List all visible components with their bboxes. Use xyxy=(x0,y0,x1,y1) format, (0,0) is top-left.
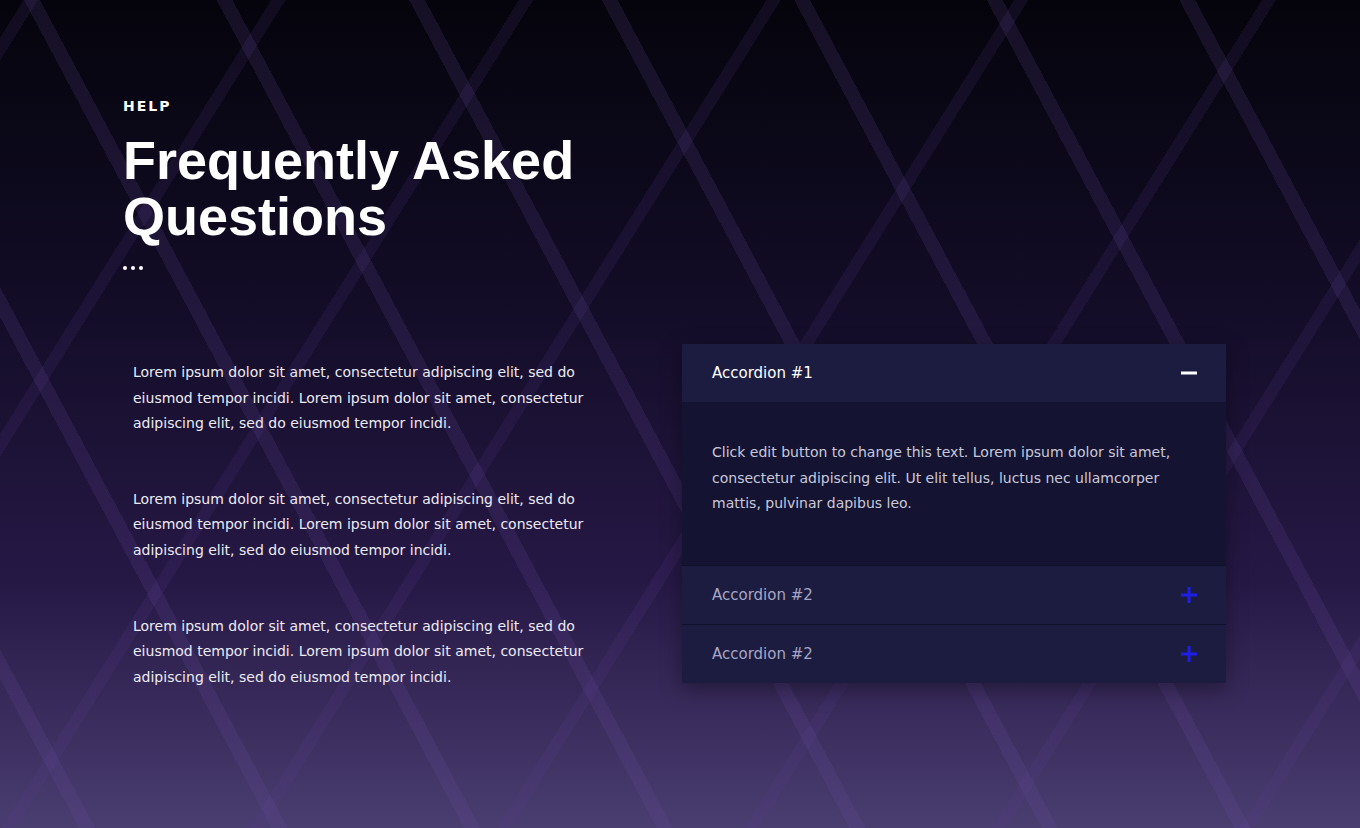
accordion-title: Accordion #1 xyxy=(712,364,813,382)
dots-ornament xyxy=(123,266,1360,270)
accordion: Accordion #1 Click edit button to change … xyxy=(682,344,1226,683)
section-title: Frequently Asked Questions xyxy=(123,132,723,244)
faq-page: HELP Frequently Asked Questions Lorem ipsu… xyxy=(0,0,1360,828)
accordion-title: Accordion #2 xyxy=(712,645,813,663)
accordion-header[interactable]: Accordion #1 xyxy=(682,344,1226,402)
faq-section: HELP Frequently Asked Questions Lorem ipsu… xyxy=(0,0,1360,730)
intro-paragraph: Lorem ipsum dolor sit amet, consectetur … xyxy=(133,487,593,564)
intro-paragraph: Lorem ipsum dolor sit amet, consectetur … xyxy=(133,614,593,691)
plus-icon[interactable] xyxy=(1180,586,1198,604)
accordion-item: Accordion #2 xyxy=(682,624,1226,683)
intro-paragraph: Lorem ipsum dolor sit amet, consectetur … xyxy=(133,360,593,437)
accordion-item: Accordion #2 xyxy=(682,565,1226,624)
plus-icon[interactable] xyxy=(1180,645,1198,663)
accordion-header[interactable]: Accordion #2 xyxy=(682,625,1226,683)
faq-columns: Lorem ipsum dolor sit amet, consectetur … xyxy=(133,344,1360,690)
section-eyebrow: HELP xyxy=(123,98,1360,114)
accordion-item: Accordion #1 Click edit button to change … xyxy=(682,344,1226,565)
minus-icon[interactable] xyxy=(1180,364,1198,382)
intro-text: Lorem ipsum dolor sit amet, consectetur … xyxy=(133,344,593,690)
accordion-title: Accordion #2 xyxy=(712,586,813,604)
accordion-body: Click edit button to change this text. L… xyxy=(682,402,1226,565)
accordion-header[interactable]: Accordion #2 xyxy=(682,566,1226,624)
